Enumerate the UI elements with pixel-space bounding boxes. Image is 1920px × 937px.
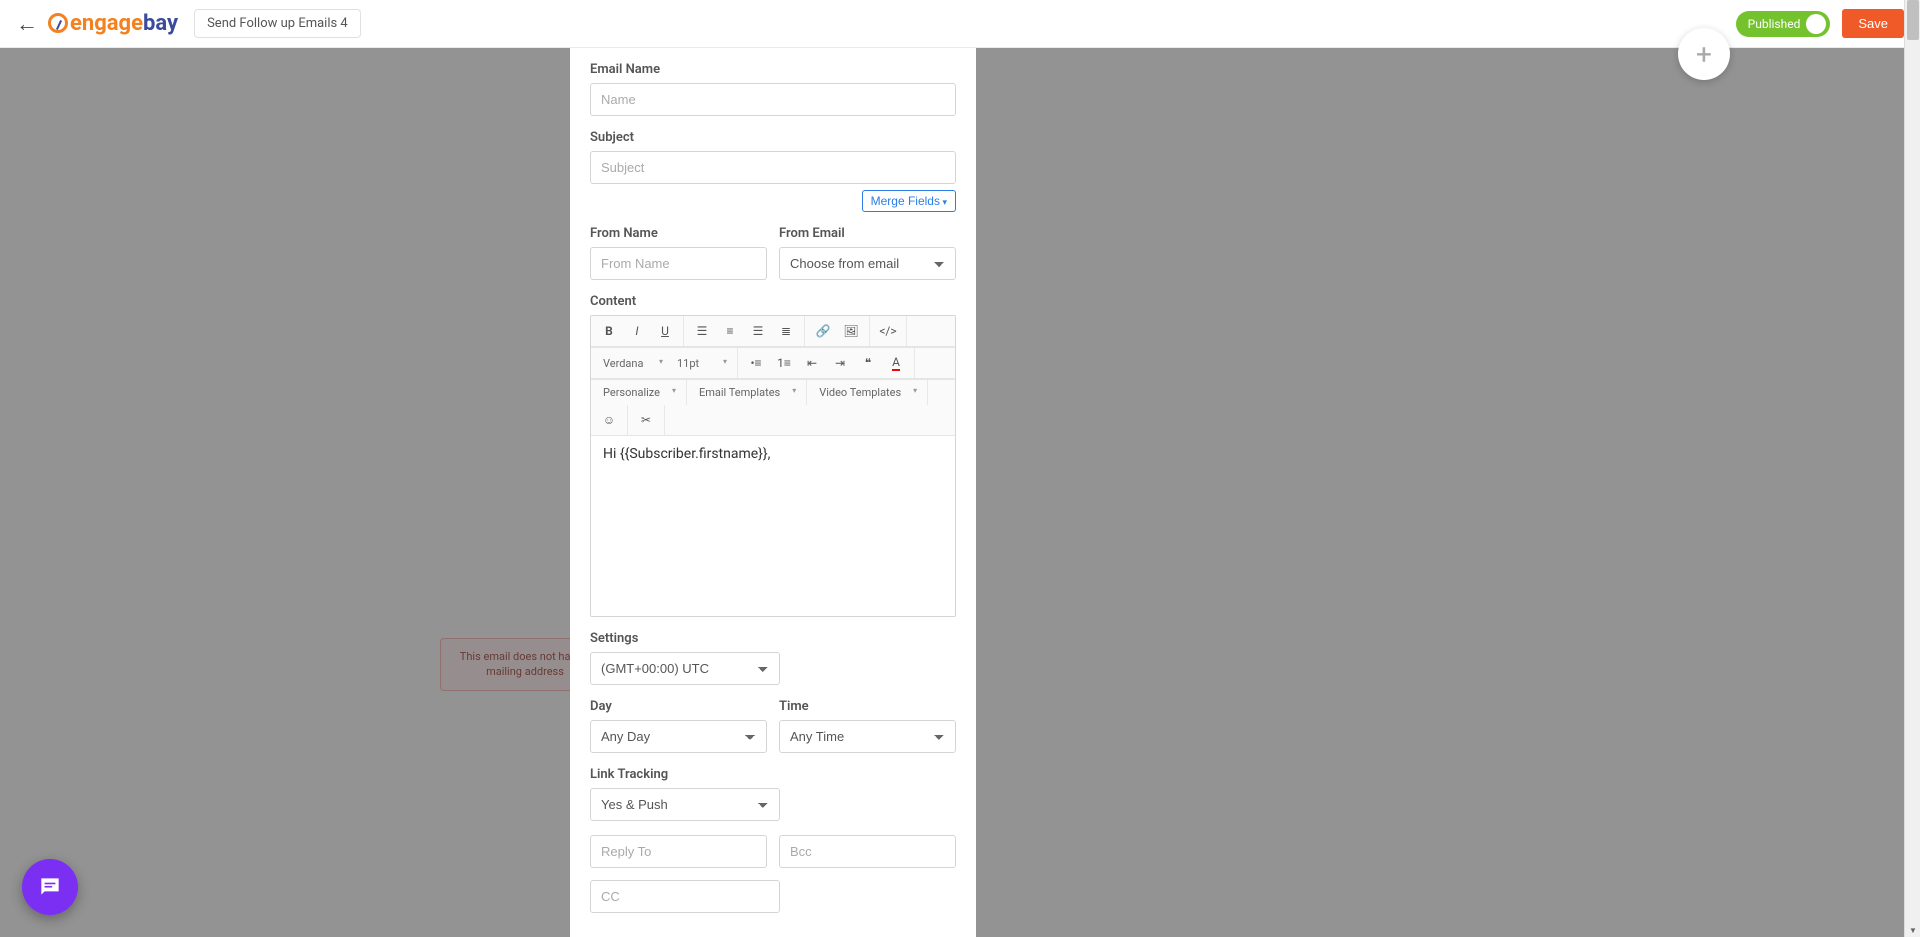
email-templates-menu[interactable]: Email Templates (693, 384, 800, 401)
settings-label: Settings (590, 631, 956, 646)
blockquote-button[interactable]: ❝ (856, 352, 880, 374)
emoji-button[interactable]: ☺ (597, 409, 621, 431)
editor-body[interactable]: Hi {{Subscriber.firstname}}, (591, 436, 955, 616)
align-right-button[interactable]: ☰ (746, 320, 770, 342)
chat-fab[interactable] (22, 859, 78, 915)
bold-button[interactable]: B (597, 320, 621, 342)
underline-button[interactable]: U (653, 320, 677, 342)
time-label: Time (779, 699, 956, 714)
link-tracking-label: Link Tracking (590, 767, 956, 782)
editor-toolbar-row1: B I U ☰ ≡ ☰ ≣ 🔗 🖼 </> (591, 316, 955, 347)
personalize-menu[interactable]: Personalize (597, 384, 680, 401)
from-email-select[interactable]: Choose from email (779, 247, 956, 280)
email-editor-panel: Email Name Subject Merge Fields From Nam… (570, 48, 976, 937)
font-family-select[interactable]: Verdana (597, 355, 667, 372)
link-button[interactable]: 🔗 (811, 320, 835, 342)
day-select[interactable]: Any Day (590, 720, 767, 753)
workflow-title-pill[interactable]: Send Follow up Emails 4 (194, 9, 361, 38)
align-justify-button[interactable]: ≣ (774, 320, 798, 342)
cut-button[interactable]: ✂ (634, 409, 658, 431)
subject-label: Subject (590, 130, 956, 145)
page-scrollbar[interactable]: ▲ ▼ (1904, 0, 1920, 937)
toggle-knob (1806, 14, 1826, 34)
content-label: Content (590, 294, 956, 309)
timezone-select[interactable]: (GMT+00:00) UTC (590, 652, 780, 685)
add-node-button[interactable]: + (1678, 28, 1730, 80)
save-button[interactable]: Save (1842, 9, 1904, 38)
from-name-label: From Name (590, 226, 767, 241)
email-name-label: Email Name (590, 62, 956, 77)
logo-mark-icon (48, 13, 68, 33)
code-button[interactable]: </> (876, 320, 900, 342)
editor-toolbar-row2: Verdana 11pt •≡ 1≡ ⇤ ⇥ ❝ A (591, 347, 955, 379)
scroll-down-icon[interactable]: ▼ (1909, 926, 1917, 935)
image-button[interactable]: 🖼 (839, 320, 863, 342)
time-select[interactable]: Any Time (779, 720, 956, 753)
align-left-button[interactable]: ☰ (690, 320, 714, 342)
from-email-label: From Email (779, 226, 956, 241)
font-size-select[interactable]: 11pt (671, 355, 731, 372)
video-templates-menu[interactable]: Video Templates (813, 384, 921, 401)
merge-fields-button[interactable]: Merge Fields (862, 190, 956, 212)
day-label: Day (590, 699, 767, 714)
align-center-button[interactable]: ≡ (718, 320, 742, 342)
email-name-input[interactable] (590, 83, 956, 116)
cc-input[interactable] (590, 880, 780, 913)
bcc-input[interactable] (779, 835, 956, 868)
rich-text-editor: B I U ☰ ≡ ☰ ≣ 🔗 🖼 </> Verdana 11pt (590, 315, 956, 617)
editor-toolbar-row3: Personalize Email Templates Video Templa… (591, 379, 955, 436)
reply-to-input[interactable] (590, 835, 767, 868)
indent-button[interactable]: ⇥ (828, 352, 852, 374)
italic-button[interactable]: I (625, 320, 649, 342)
text-color-button[interactable]: A (884, 352, 908, 374)
published-toggle[interactable]: Published (1736, 11, 1831, 37)
back-button[interactable]: ← (16, 11, 38, 37)
from-name-input[interactable] (590, 247, 767, 280)
brand-logo[interactable]: engagebay (48, 11, 178, 36)
logo-text-b: bay (143, 11, 178, 36)
outdent-button[interactable]: ⇤ (800, 352, 824, 374)
logo-text-a: engage (70, 11, 143, 36)
link-tracking-select[interactable]: Yes & Push (590, 788, 780, 821)
subject-input[interactable] (590, 151, 956, 184)
top-bar: ← engagebay Send Follow up Emails 4 Publ… (0, 0, 1920, 48)
scroll-thumb[interactable] (1907, 0, 1919, 40)
number-list-button[interactable]: 1≡ (772, 352, 796, 374)
bullet-list-button[interactable]: •≡ (744, 352, 768, 374)
published-label: Published (1748, 17, 1801, 31)
